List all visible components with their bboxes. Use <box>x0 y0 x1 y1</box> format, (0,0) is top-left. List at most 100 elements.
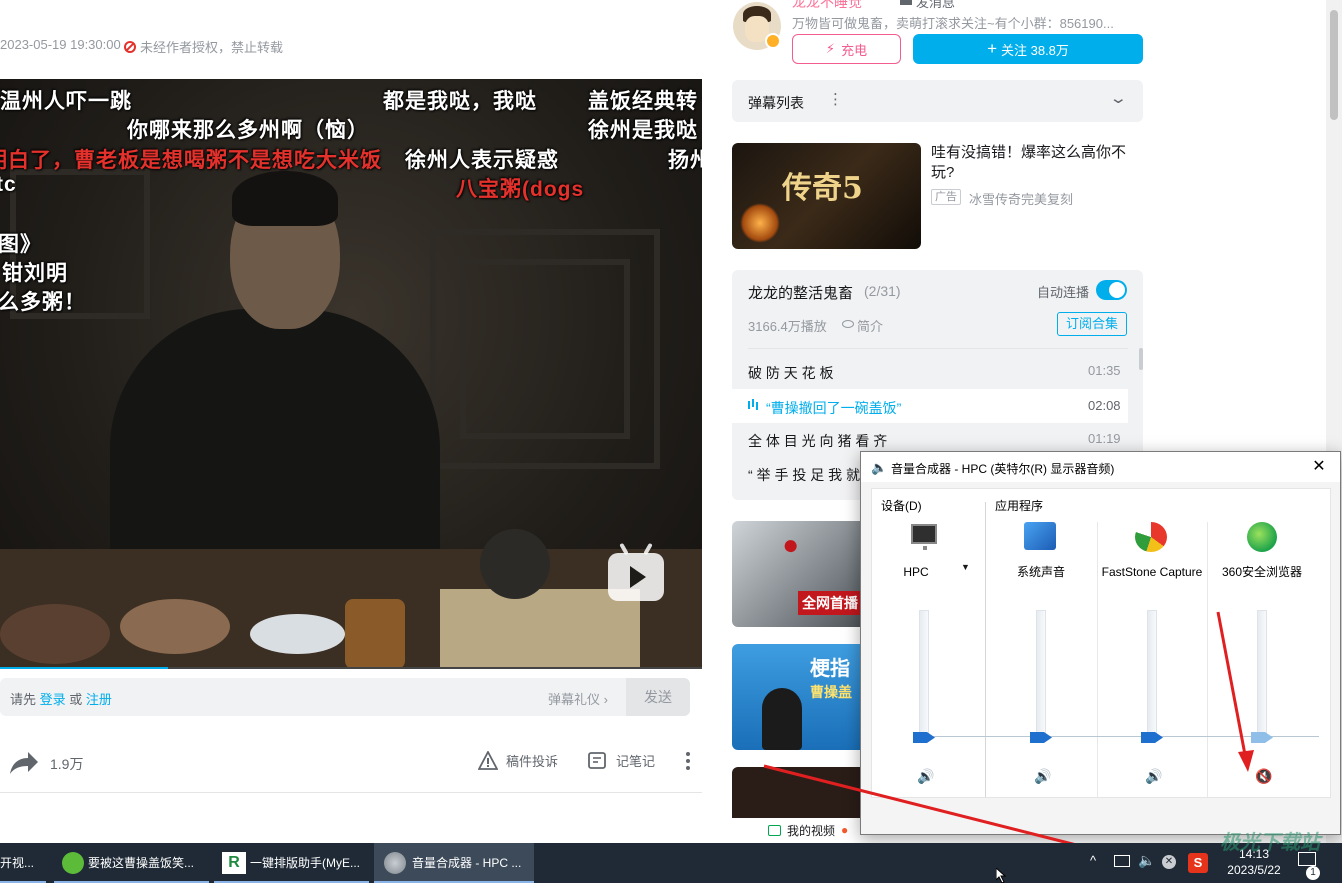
mixer-title: 音量合成器 - HPC (英特尔(R) 显示器音频) <box>891 462 1115 476</box>
copyright-notice-row: 未经作者授权，禁止转载 <box>124 37 283 56</box>
volume-slider-thumb[interactable] <box>1141 732 1163 743</box>
forbidden-icon <box>124 40 136 53</box>
scrollbar-thumb[interactable] <box>1330 10 1338 120</box>
mixer-app-column: FastStone Capture 🔊 <box>1097 520 1207 820</box>
taskbar-item[interactable]: 要被这曹操盖饭笑... <box>54 843 209 883</box>
publish-time: 2023-05-19 19:30:00 <box>0 37 121 52</box>
taskbar-item-label: 音量合成器 - HPC ... <box>412 856 522 870</box>
send-button[interactable]: 发送 <box>626 678 690 716</box>
play-button[interactable] <box>608 553 664 601</box>
chevron-down-icon[interactable]: ⌄ <box>1109 89 1128 107</box>
playlist-plays: 3166.4万播放 <box>748 319 827 334</box>
ad-thumbnail[interactable]: 传奇5 <box>732 143 921 249</box>
watermark: 极光下载站 <box>1220 832 1320 854</box>
follow-label: 关注 38.8万 <box>1001 42 1069 58</box>
episode-title: 破 防 天 花 板 <box>748 365 834 381</box>
volume-slider-thumb[interactable] <box>1030 732 1052 743</box>
mixer-titlebar[interactable]: 🔈 音量合成器 - HPC (英特尔(R) 显示器音频) ✕ <box>861 452 1340 482</box>
register-link[interactable]: 注册 <box>86 692 112 707</box>
volume-slider-track[interactable] <box>1147 610 1157 740</box>
note-icon <box>588 752 606 769</box>
volume-speaker-icon[interactable]: 🔊 <box>1145 768 1162 785</box>
share-icon[interactable] <box>8 750 40 776</box>
dropdown-arrow-icon[interactable]: ▼ <box>961 562 970 572</box>
notes-label: 记笔记 <box>616 754 656 769</box>
recommend-thumb-subtext: 曹操盖 <box>810 684 852 700</box>
report-label: 稿件投诉 <box>506 754 559 769</box>
danmaku-comment: 明白了，曹老板是想喝粥不是想吃大米饭 <box>0 149 382 172</box>
muted-speaker-icon[interactable]: 🔇 <box>1255 768 1272 785</box>
volume-slider-thumb[interactable] <box>1251 732 1273 743</box>
verified-badge <box>765 33 781 49</box>
ad-title[interactable]: 哇有没搞错！爆率这么高你不玩? <box>931 143 1141 183</box>
recommend-thumb-text: 全网首播 <box>798 591 862 615</box>
video-player[interactable]: 温州人吓一跳 都是我哒，我哒 盖饭经典转 你哪来那么多州啊（恼） 徐州是我哒 明… <box>0 79 702 669</box>
notification-icon[interactable]: 1 <box>1298 852 1320 880</box>
danmaku-comment: 么多粥！ <box>0 291 86 314</box>
taskbar-item[interactable]: R 一键排版助手(MyE... <box>214 843 369 883</box>
charge-button[interactable]: ⚡ 充电 <box>792 34 901 64</box>
volume-slider-track[interactable] <box>919 610 929 740</box>
danmaku-comment: 温州人吓一跳 <box>0 90 132 113</box>
network-icon[interactable] <box>1114 855 1130 867</box>
food-bowl <box>120 599 230 654</box>
playlist-scrollbar[interactable] <box>1139 348 1143 370</box>
danmaku-comment: 徐州是我哒 <box>588 119 698 142</box>
volume-speaker-icon[interactable]: 🔊 <box>917 768 934 785</box>
my-videos-bar[interactable]: 我的视频 ● <box>732 818 862 842</box>
close-icon[interactable]: ✕ <box>1301 455 1337 479</box>
autoplay-toggle[interactable] <box>1096 280 1127 300</box>
mixer-app-column: 系统声音 🔊 <box>986 520 1096 820</box>
flame-icon: ● <box>841 823 849 837</box>
playlist-title[interactable]: 龙龙的整活鬼畜 <box>748 282 853 303</box>
danmaku-list-header[interactable]: 弹幕列表 ⋮ ⌄ <box>732 80 1143 122</box>
danmaku-etiquette-link[interactable]: 弹幕礼仪 › <box>548 689 608 708</box>
volume-slider-track[interactable] <box>1036 610 1046 740</box>
taskbar-item[interactable]: 开视... <box>0 843 46 883</box>
mail-icon <box>900 0 912 5</box>
mixer-device-column: HPC ▼ 🔊 <box>869 520 1319 820</box>
volume-icon[interactable]: 🔈 <box>1138 852 1155 869</box>
windows-taskbar: 开视... 要被这曹操盖饭笑... R 一键排版助手(MyE... 音量合成器 … <box>0 843 1342 883</box>
danmaku-comment: 盖饭经典转 <box>588 90 698 113</box>
message-link[interactable]: 发消息 <box>900 0 955 11</box>
taskbar-item-label: 开视... <box>0 856 35 870</box>
speaker-icon: 🔈 <box>871 460 888 475</box>
share-count: 1.9万 <box>50 756 84 772</box>
more-icon[interactable] <box>686 752 694 770</box>
report-button[interactable]: 稿件投诉 <box>478 751 558 770</box>
intro-link[interactable]: 简介 <box>842 316 883 335</box>
close-circle-icon[interactable]: ✕ <box>1162 855 1176 869</box>
copyright-notice: 未经作者授权，禁止转载 <box>140 40 284 55</box>
playlist-episode-active[interactable]: “曹操撤回了一碗盖饭” 02:08 <box>732 389 1128 423</box>
charge-label: 充电 <box>841 42 868 58</box>
lightning-icon: ⚡ <box>825 41 836 56</box>
login-link[interactable]: 登录 <box>40 692 66 707</box>
taskbar-item-label: 要被这曹操盖饭笑... <box>88 856 195 870</box>
sogou-ime-icon[interactable]: S <box>1188 853 1208 873</box>
danmaku-comment: 你哪来那么多州啊（恼） <box>127 119 369 142</box>
taskbar-item-active[interactable]: 音量合成器 - HPC ... <box>374 843 534 883</box>
progress-bar-fill <box>0 667 169 669</box>
author-name[interactable]: 龙龙不睡觉 <box>792 0 862 12</box>
notes-button[interactable]: 记笔记 <box>588 751 655 770</box>
warning-icon <box>478 751 498 770</box>
danmaku-comment: tc <box>0 173 17 196</box>
danmaku-comment: 徐州人表示疑惑 <box>405 149 559 172</box>
follow-button[interactable]: + 关注 38.8万 <box>913 34 1143 64</box>
browser-360-icon <box>1247 522 1277 552</box>
volume-speaker-icon[interactable]: 🔊 <box>1034 768 1051 785</box>
more-vertical-icon[interactable]: ⋮ <box>828 90 843 108</box>
tray-chevron-up-icon[interactable]: ^ <box>1090 853 1096 868</box>
volume-slider-thumb[interactable] <box>913 732 935 743</box>
device-name: HPC <box>903 565 929 579</box>
volume-slider-track[interactable] <box>1257 610 1267 740</box>
actor-hair <box>232 171 338 226</box>
taskbar-item-label: 一键排版助手(MyE... <box>250 856 360 870</box>
playlist-episode[interactable]: 破 防 天 花 板 01:35 <box>732 354 1127 388</box>
danmaku-comment: 都是我哒，我哒 <box>383 90 537 113</box>
intro-label: 简介 <box>857 319 884 334</box>
subscribe-button[interactable]: 订阅合集 <box>1057 312 1127 336</box>
rice-bowl <box>250 614 345 654</box>
system-sounds-icon <box>1024 522 1056 550</box>
